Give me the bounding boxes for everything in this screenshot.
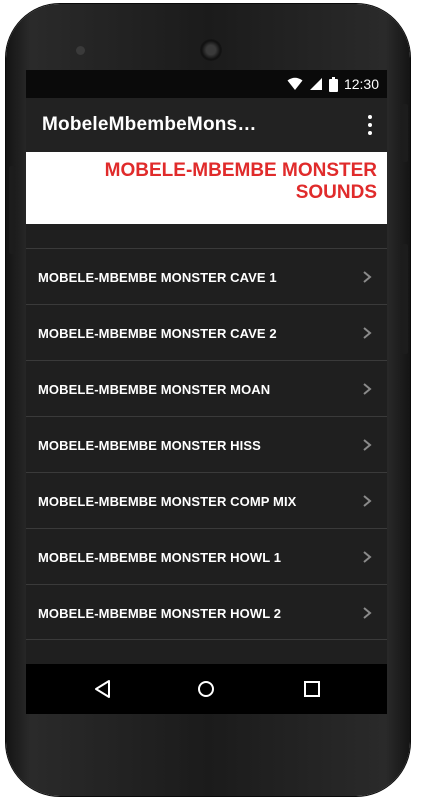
app-bar: MobeleMbembeMons…	[26, 98, 387, 152]
chevron-right-icon	[363, 271, 372, 283]
list-item-label: MOBELE-MBEMBE MONSTER HISS	[38, 438, 261, 453]
overflow-menu-icon[interactable]	[365, 115, 375, 135]
list-item[interactable]: MOBELE-MBEMBE MONSTER HOWL 2	[26, 584, 387, 640]
chevron-right-icon	[363, 383, 372, 395]
chevron-right-icon	[363, 607, 372, 619]
home-icon[interactable]	[193, 676, 219, 702]
chevron-right-icon	[363, 551, 372, 563]
recents-icon[interactable]	[299, 676, 325, 702]
banner-title: MOBELE-MBEMBE MONSTER SOUNDS	[104, 160, 377, 203]
chevron-right-icon	[363, 327, 372, 339]
list-item-label: MOBELE-MBEMBE MONSTER HOWL 1	[38, 550, 282, 565]
front-camera	[76, 46, 85, 55]
status-icons: 12:30	[287, 76, 379, 92]
battery-icon	[328, 76, 338, 92]
side-button	[402, 244, 408, 354]
power-button	[402, 104, 408, 162]
list-item-label: MOBELE-MBEMBE MONSTER MOAN	[38, 382, 271, 397]
list-item-label: MOBELE-MBEMBE MONSTER CAVE 2	[38, 326, 277, 341]
app-title: MobeleMbembeMons…	[42, 114, 257, 135]
chevron-right-icon	[363, 439, 372, 451]
status-time: 12:30	[343, 76, 379, 92]
earpiece-speaker	[200, 39, 222, 61]
list-item[interactable]: MOBELE-MBEMBE MONSTER MOAN	[26, 360, 387, 416]
list-item[interactable]: MOBELE-MBEMBE MONSTER CAVE 2	[26, 304, 387, 360]
navigation-bar	[26, 664, 387, 714]
list-item[interactable]: MOBELE-MBEMBE MONSTER COMP MIX	[26, 472, 387, 528]
status-bar: 12:30	[26, 70, 387, 98]
wifi-icon	[287, 77, 303, 90]
list-item[interactable]: MOBELE-MBEMBE MONSTER CAVE 1	[26, 248, 387, 304]
list-item[interactable]: MOBELE-MBEMBE MONSTER HISS	[26, 416, 387, 472]
volume-button	[9, 166, 15, 254]
list-item-label: MOBELE-MBEMBE MONSTER HOWL 2	[38, 606, 282, 621]
list-item-label: MOBELE-MBEMBE MONSTER COMP MIX	[38, 494, 297, 509]
header-banner: MOBELE-MBEMBE MONSTER SOUNDS	[26, 152, 387, 224]
signal-icon	[309, 78, 322, 90]
list-item[interactable]: MOBELE-MBEMBE MONSTER HOWL 1	[26, 528, 387, 584]
sound-list: MOBELE-MBEMBE MONSTER CAVE 1 MOBELE-MBEM…	[26, 248, 387, 640]
chevron-right-icon	[363, 495, 372, 507]
screen: 12:30 MobeleMbembeMons… MOBELE-MBEMBE MO…	[26, 70, 387, 714]
list-item-label: MOBELE-MBEMBE MONSTER CAVE 1	[38, 270, 277, 285]
back-icon[interactable]	[90, 676, 116, 702]
